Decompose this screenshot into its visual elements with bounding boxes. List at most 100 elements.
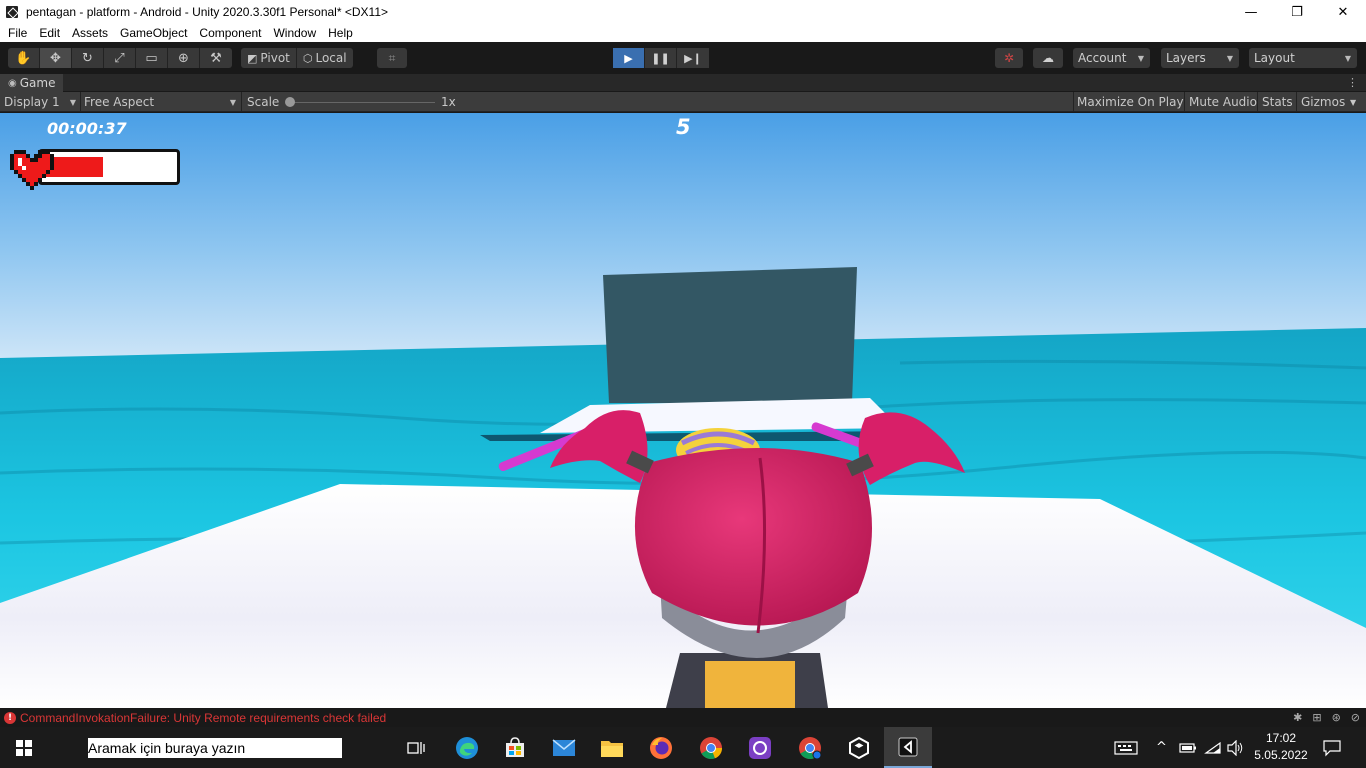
rect-tool-icon[interactable]: ▭ bbox=[136, 48, 168, 68]
health-bar-frame bbox=[38, 149, 180, 185]
divider bbox=[241, 92, 242, 112]
network-icon[interactable]: ⊛ bbox=[1332, 711, 1341, 724]
microsoft-store-icon[interactable] bbox=[491, 727, 539, 768]
keyboard-icon[interactable] bbox=[1114, 727, 1138, 768]
tab-game[interactable]: ◉ Game bbox=[0, 74, 64, 92]
scale-tool-icon[interactable]: ⤢ bbox=[104, 48, 136, 68]
scale-slider-thumb[interactable] bbox=[285, 97, 295, 107]
console-status-bar[interactable]: ! CommandInvokationFailure: Unity Remote… bbox=[0, 708, 1366, 727]
game-tab-bar: ◉ Game ⋮ bbox=[0, 74, 1366, 92]
mail-icon[interactable] bbox=[540, 727, 588, 768]
account-dropdown[interactable]: Account ▼ bbox=[1073, 48, 1150, 68]
heart-icon bbox=[10, 150, 54, 190]
custom-tool-icon[interactable]: ⚒ bbox=[200, 48, 232, 68]
start-button[interactable] bbox=[0, 727, 48, 768]
play-controls: ▶ ❚❚ ▶❙ bbox=[613, 48, 709, 68]
chevron-up-icon[interactable]: ^ bbox=[1156, 727, 1167, 768]
layers-label: Layers bbox=[1166, 51, 1206, 65]
layout-label: Layout bbox=[1254, 51, 1295, 65]
battery-icon[interactable] bbox=[1179, 727, 1197, 768]
task-view-icon[interactable] bbox=[392, 727, 440, 768]
account-label: Account bbox=[1078, 51, 1127, 65]
layout-dropdown[interactable]: Layout ▼ bbox=[1249, 48, 1357, 68]
mute-audio-toggle[interactable]: Mute Audio bbox=[1189, 92, 1257, 112]
menu-gameobject[interactable]: GameObject bbox=[114, 26, 193, 40]
character-helmet bbox=[634, 448, 873, 626]
gamepad-icon: ◉ bbox=[8, 77, 17, 89]
notification-icon[interactable] bbox=[1322, 727, 1342, 768]
pivot-label: Pivot bbox=[260, 51, 290, 65]
rotate-tool-icon[interactable]: ↻ bbox=[72, 48, 104, 68]
cloud-icon[interactable]: ☁ bbox=[1033, 48, 1063, 68]
chevron-down-icon: ▼ bbox=[1344, 53, 1351, 63]
divider bbox=[1073, 92, 1074, 112]
divider bbox=[80, 92, 81, 112]
pivot-icon: ◩ bbox=[247, 51, 258, 65]
aspect-dropdown[interactable]: Free Aspect ▼ bbox=[84, 92, 238, 112]
hand-tool-icon[interactable]: ✋ bbox=[8, 48, 40, 68]
grid-snap-icon[interactable]: ⌗ bbox=[377, 48, 407, 68]
minimize-button[interactable]: — bbox=[1228, 0, 1274, 24]
hud-score: 5 bbox=[676, 115, 691, 139]
transform-tool-icon[interactable]: ⊕ bbox=[168, 48, 200, 68]
close-button[interactable]: ✕ bbox=[1320, 0, 1366, 24]
health-bar bbox=[10, 145, 180, 191]
chrome-icon[interactable] bbox=[687, 727, 735, 768]
divider bbox=[1296, 92, 1297, 112]
status-icons: ✱ ⊞ ⊛ ⊘ bbox=[1293, 711, 1360, 724]
wifi-icon[interactable] bbox=[1204, 727, 1222, 768]
unity-hub-icon[interactable] bbox=[835, 727, 883, 768]
unity-app-icon bbox=[6, 6, 18, 18]
move-tool-icon[interactable]: ✥ bbox=[40, 48, 72, 68]
tab-options-icon[interactable]: ⋮ bbox=[1347, 76, 1358, 89]
unity-editor-icon[interactable] bbox=[884, 727, 932, 768]
pivot-toggle[interactable]: ◩ Pivot bbox=[241, 48, 297, 68]
settings-icon[interactable]: ⊘ bbox=[1351, 711, 1360, 724]
file-explorer-icon[interactable] bbox=[588, 727, 636, 768]
scale-label: Scale bbox=[247, 95, 280, 109]
clock-date: 5.05.2022 bbox=[1254, 748, 1308, 762]
edge-browser-icon[interactable] bbox=[443, 727, 491, 768]
game-viewport[interactable]: 00:00:37 5 bbox=[0, 113, 1366, 708]
game-scene bbox=[0, 113, 1366, 708]
chrome-profile-icon[interactable] bbox=[786, 727, 834, 768]
menu-bar: File Edit Assets GameObject Component Wi… bbox=[0, 24, 1366, 42]
pause-button[interactable]: ❚❚ bbox=[645, 48, 677, 68]
play-button[interactable]: ▶ bbox=[613, 48, 645, 68]
transform-tools: ✋ ✥ ↻ ⤢ ▭ ⊕ ⚒ bbox=[8, 48, 232, 68]
chevron-down-icon: ▼ bbox=[1226, 53, 1233, 63]
maximize-on-play-toggle[interactable]: Maximize On Play bbox=[1077, 92, 1184, 112]
chevron-down-icon[interactable]: ▼ bbox=[1350, 92, 1356, 112]
progress-icon[interactable]: ⊞ bbox=[1312, 711, 1321, 724]
menu-assets[interactable]: Assets bbox=[66, 26, 114, 40]
volume-icon[interactable] bbox=[1226, 727, 1244, 768]
taskbar-search-input[interactable]: Aramak için buraya yazın bbox=[88, 738, 342, 758]
chevron-down-icon: ▼ bbox=[1137, 53, 1144, 63]
status-message: CommandInvokationFailure: Unity Remote r… bbox=[20, 710, 387, 725]
firefox-icon[interactable] bbox=[637, 727, 685, 768]
step-button[interactable]: ▶❙ bbox=[677, 48, 709, 68]
stats-toggle[interactable]: Stats bbox=[1262, 92, 1293, 112]
maximize-button[interactable]: ❐ bbox=[1274, 0, 1320, 24]
layers-dropdown[interactable]: Layers ▼ bbox=[1161, 48, 1239, 68]
menu-component[interactable]: Component bbox=[193, 26, 267, 40]
menu-edit[interactable]: Edit bbox=[33, 26, 66, 40]
hud-timer: 00:00:37 bbox=[47, 119, 127, 138]
collab-icon[interactable]: ✲ bbox=[995, 48, 1023, 68]
display-dropdown[interactable]: Display 1 ▼ bbox=[4, 92, 78, 112]
scale-value: 1x bbox=[441, 95, 456, 109]
local-toggle[interactable]: ⬡ Local bbox=[297, 48, 353, 68]
bug-icon[interactable]: ✱ bbox=[1293, 711, 1302, 724]
clock-time: 17:02 bbox=[1265, 731, 1297, 745]
github-icon[interactable] bbox=[736, 727, 784, 768]
menu-window[interactable]: Window bbox=[267, 26, 322, 40]
pivot-local-group: ◩ Pivot ⬡ Local bbox=[241, 48, 353, 68]
menu-help[interactable]: Help bbox=[322, 26, 359, 40]
scale-slider-track[interactable] bbox=[290, 102, 435, 103]
tab-game-label: Game bbox=[19, 76, 56, 90]
local-cube-icon: ⬡ bbox=[302, 51, 313, 65]
menu-file[interactable]: File bbox=[2, 26, 33, 40]
gizmos-toggle[interactable]: Gizmos bbox=[1301, 92, 1345, 112]
divider bbox=[1184, 92, 1185, 112]
taskbar-clock[interactable]: 17:02 5.05.2022 bbox=[1250, 730, 1312, 764]
